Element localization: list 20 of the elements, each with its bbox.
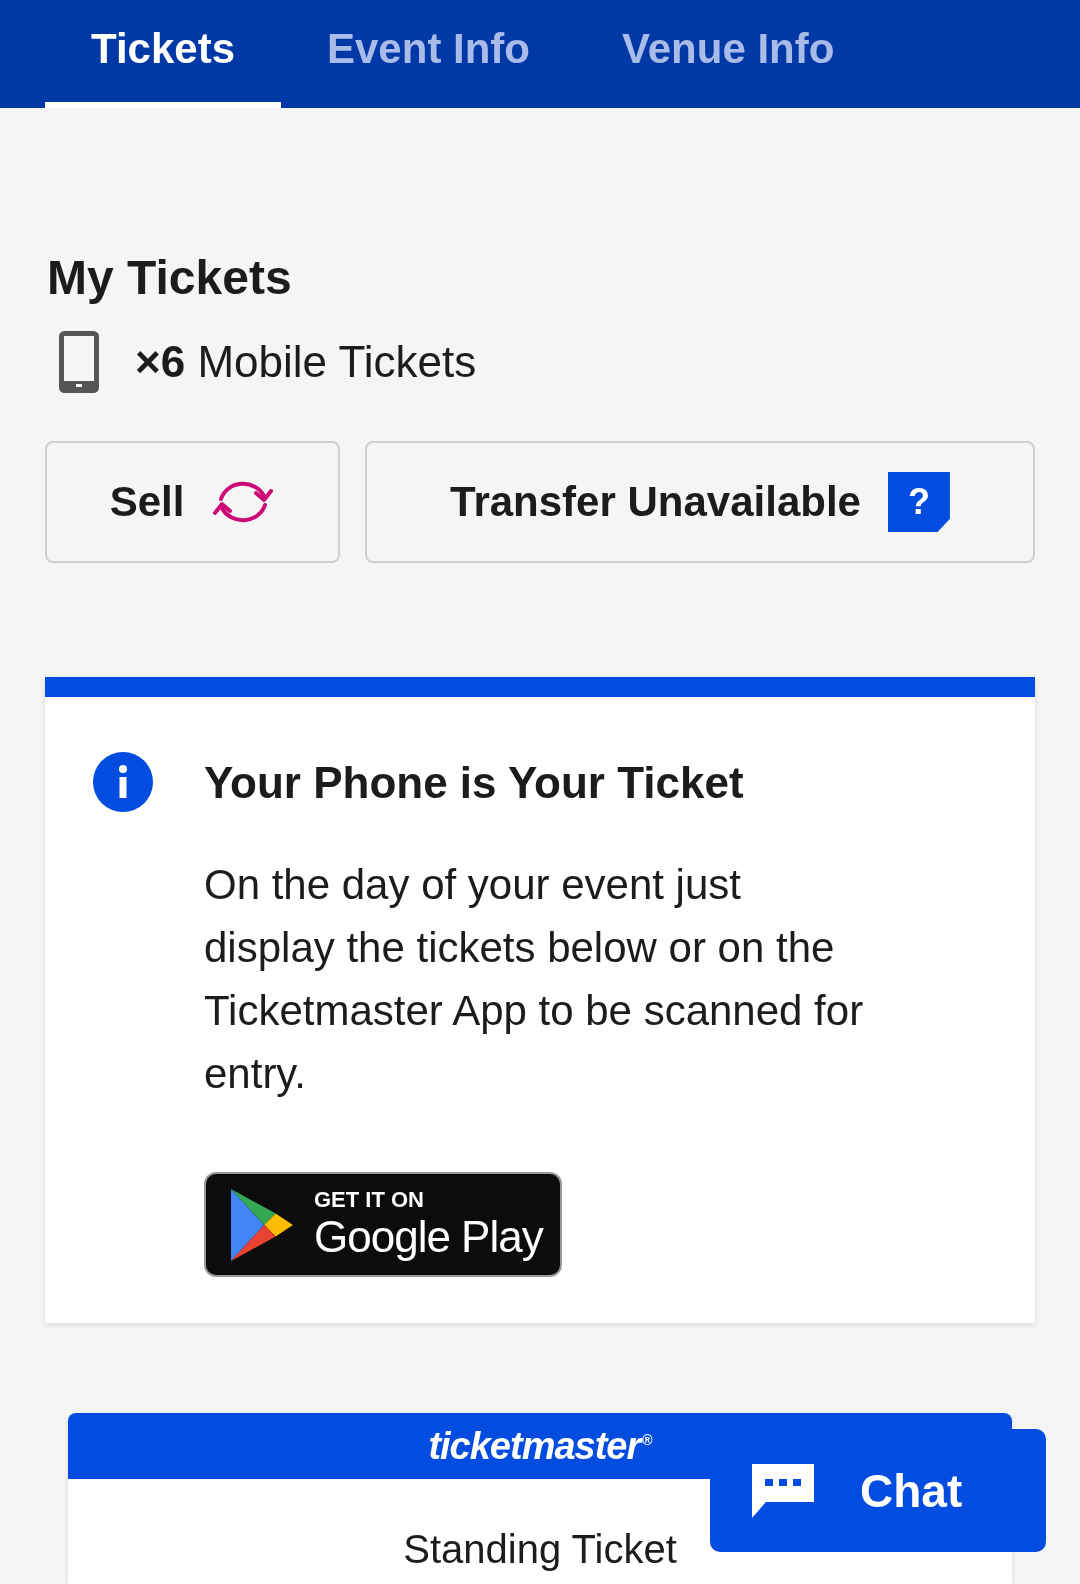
brand-logo: ticketmaster$^{®}$ <box>428 1424 652 1468</box>
transfer-button[interactable]: Transfer Unavailable ? <box>365 441 1035 563</box>
chat-button[interactable]: Chat <box>710 1429 1046 1552</box>
google-play-badge[interactable]: GET IT ON Google Play <box>204 1172 562 1277</box>
section-title: My Tickets <box>47 250 293 306</box>
badge-caption: GET IT ON <box>314 1187 425 1212</box>
phone-icon <box>59 331 99 393</box>
help-icon: ? <box>887 472 950 532</box>
info-text: On the day of your event just display the tickets below or on the Ticketmaster App to be scanned for entry. <box>204 860 865 1099</box>
ticket-count: ×6 Mobile Tickets <box>135 337 477 387</box>
ticket-type: Standing Ticket <box>403 1527 677 1572</box>
tab[interactable]: Venue Info <box>576 0 881 108</box>
chat-icon <box>752 1463 814 1518</box>
sell-button[interactable]: Sell <box>45 441 340 563</box>
badge-store-name: Google Play <box>314 1211 543 1262</box>
info-icon <box>93 752 153 812</box>
info-title: Your Phone is Your Ticket <box>204 756 745 809</box>
tab[interactable]: Event Info <box>281 0 576 108</box>
play-store-icon <box>230 1188 294 1261</box>
tab[interactable]: Tickets <box>45 0 281 108</box>
